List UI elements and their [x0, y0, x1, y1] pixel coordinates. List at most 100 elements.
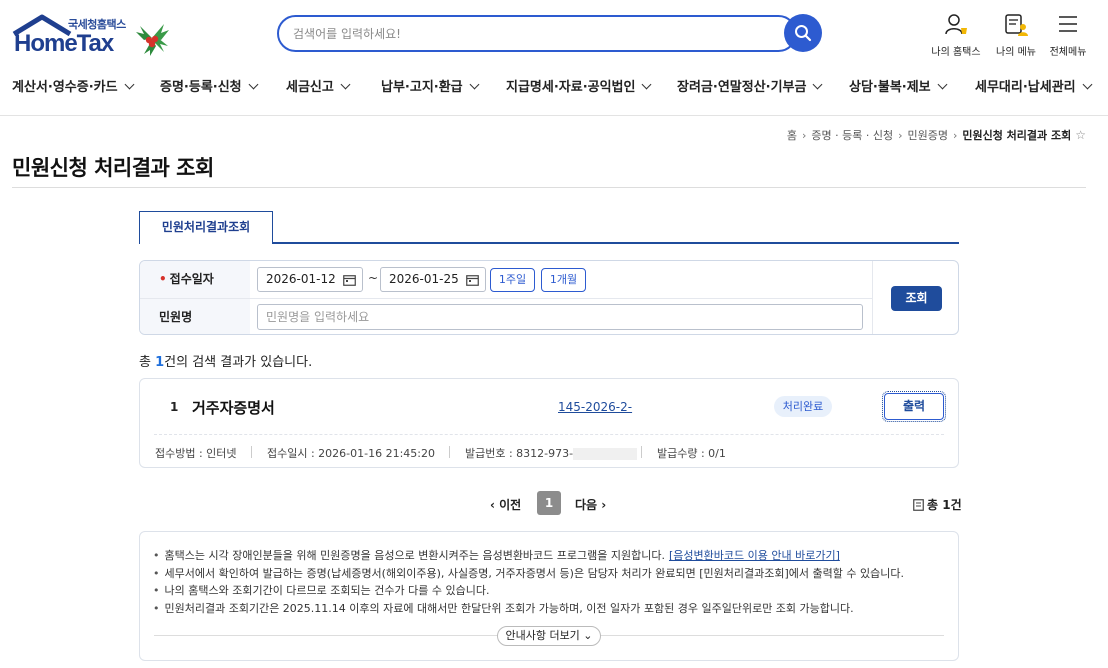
breadcrumb-separator: ›: [801, 129, 807, 142]
masked-value: [632, 402, 714, 414]
chevron-right-icon: ›: [597, 498, 607, 512]
search-icon: [795, 25, 812, 42]
breadcrumb-separator: ›: [898, 129, 903, 142]
search-form: • 접수일자 민원명 2026-01-12 ~ 2026-01-25 1주일 1개…: [139, 260, 959, 335]
all-menu-button[interactable]: 전체메뉴: [1038, 12, 1098, 58]
total-suffix: 건: [950, 498, 962, 512]
notice-item: 나의 홈택스와 조회기간이 다르므로 조회되는 건수가 다를 수 있습니다.: [153, 582, 904, 600]
logo-title: HomeTax: [14, 30, 114, 57]
calendar-icon[interactable]: [343, 274, 356, 286]
tab-civil-result[interactable]: 민원처리결과조회: [139, 211, 273, 244]
voice-barcode-link[interactable]: [음성변환바코드 이용 안내 바로가기]: [669, 549, 840, 562]
nav-payment-statement[interactable]: 지급명세·자료·공익법인: [506, 76, 652, 95]
notice-list: 홈택스는 시각 장애인분들을 위해 민원증명을 음성으로 변환시켜주는 음성변환…: [153, 547, 905, 618]
result-count-value: 1: [155, 355, 165, 370]
notice-item: 세무서에서 확인하여 발급하는 증명(납세증명서(해외이주용), 사실증명, 거…: [153, 565, 905, 583]
nav-incentive-yearend[interactable]: 장려금·연말정산·기부금: [677, 76, 823, 95]
holly-icon: [136, 24, 169, 56]
result-suffix: 건의 검색 결과가 있습니다.: [164, 355, 313, 370]
chevron-down-icon: [642, 79, 652, 90]
document-icon: [913, 499, 924, 511]
my-menu-label: 나의 메뉴: [996, 47, 1036, 58]
nav-label: 상담·불복·제보: [849, 80, 931, 95]
prev-label: 이전: [499, 498, 522, 512]
nav-label: 납부·고지·환급: [381, 80, 463, 95]
notice-text: 민원처리결과 조회기간은 2025.11.14 이후의 자료에 대해서만 한달단…: [164, 601, 854, 615]
search-input[interactable]: [279, 17, 749, 50]
breadcrumb: 홈 › 증명 · 등록 · 신청 › 민원증명 › 민원신청 처리결과 조회 ☆: [787, 127, 1086, 143]
header-divider: [0, 115, 1108, 116]
nav-label: 세금신고: [286, 80, 334, 95]
notice-box: 홈택스는 시각 장애인분들을 위해 민원증명을 음성으로 변환시켜주는 음성변환…: [139, 531, 959, 661]
nav-label: 세무대리·납세관리: [975, 80, 1076, 95]
date-from-value: 2026-01-12: [266, 272, 336, 286]
issue-number-value: 발급번호 : 8312-973-: [465, 447, 574, 460]
hamburger-menu-icon: [1059, 16, 1077, 32]
result-prefix: 총: [139, 355, 156, 370]
next-label: 다음: [575, 498, 598, 512]
notice-item: 민원처리결과 조회기간은 2025.11.14 이후의 자료에 대해서만 한달단…: [153, 600, 904, 618]
date-range-separator: ~: [368, 271, 379, 285]
date-to-value: 2026-01-25: [389, 272, 459, 286]
breadcrumb-home[interactable]: 홈: [787, 129, 797, 142]
prev-page-button[interactable]: ‹ 이전: [490, 496, 521, 513]
date-label-text: 접수일자: [169, 272, 214, 286]
required-mark: •: [159, 272, 167, 286]
masked-value: [573, 448, 638, 460]
status-badge: 처리완료: [774, 396, 832, 417]
nav-consult-appeal[interactable]: 상담·불복·제보: [849, 76, 948, 95]
issue-number: 발급번호 : 8312-973-: [465, 445, 638, 461]
nav-tax-filing[interactable]: 세금신고: [286, 76, 351, 95]
my-menu-button[interactable]: 나의 메뉴: [986, 12, 1046, 58]
date-label: • 접수일자: [140, 261, 250, 298]
notice-text: 세무서에서 확인하여 발급하는 증명(납세증명서(해외이주용), 사실증명, 거…: [164, 566, 905, 580]
my-hometax-label: 나의 홈택스: [931, 47, 981, 58]
nav-label: 계산서·영수증·카드: [12, 80, 118, 95]
name-label: 민원명: [140, 299, 250, 334]
total-prefix: 총: [927, 498, 943, 512]
notice-text: 나의 홈택스와 조회기간이 다르므로 조회되는 건수가 다를 수 있습니다.: [164, 584, 490, 597]
period-1week-button[interactable]: 1주일: [490, 268, 535, 292]
period-1month-button[interactable]: 1개월: [541, 268, 586, 292]
nav-tax-agent[interactable]: 세무대리·납세관리: [975, 76, 1093, 95]
all-menu-label: 전체메뉴: [1049, 47, 1087, 58]
search-button[interactable]: [784, 14, 822, 52]
date-to-field[interactable]: 2026-01-25: [380, 267, 486, 292]
more-notice-label: 안내사항 더보기: [505, 629, 580, 642]
chevron-down-icon: [1082, 79, 1093, 90]
receive-datetime: 접수일시 : 2026-01-16 21:45:20: [267, 447, 436, 460]
chevron-down-icon: [248, 79, 259, 90]
date-from-field[interactable]: 2026-01-12: [257, 267, 363, 292]
print-button[interactable]: 출력: [882, 391, 946, 422]
civil-name-input[interactable]: [257, 304, 863, 330]
search-box: [277, 15, 797, 52]
total-count-value: 1: [942, 498, 951, 512]
star-icon[interactable]: ☆: [1075, 128, 1086, 142]
breadcrumb-current: 민원신청 처리결과 조회: [962, 129, 1072, 142]
my-menu-icon: [1005, 14, 1028, 36]
hometax-logo[interactable]: 국세청홈택스 HomeTax: [12, 14, 172, 60]
chevron-down-icon: [937, 79, 948, 90]
chevron-down-icon: [469, 79, 480, 90]
nav-payment-refund[interactable]: 납부·고지·환급: [381, 76, 480, 95]
page-1-button[interactable]: 1: [537, 491, 561, 515]
query-button[interactable]: 조회: [891, 286, 942, 311]
my-hometax-button[interactable]: 나의 홈택스: [926, 12, 986, 58]
more-notice-button[interactable]: 안내사항 더보기 ⌄: [497, 626, 601, 646]
result-index: 1: [170, 400, 179, 414]
chevron-down-icon: ⌄: [579, 629, 593, 642]
breadcrumb-civil[interactable]: 민원증명: [907, 129, 947, 142]
total-count: 총 1건: [913, 496, 962, 513]
chevron-down-icon: [340, 79, 351, 90]
application-number-link[interactable]: 145-2026-2-: [558, 400, 714, 414]
breadcrumb-certificate[interactable]: 증명 · 등록 · 신청: [811, 129, 893, 142]
nav-invoice-receipt-card[interactable]: 계산서·영수증·카드: [12, 76, 135, 95]
notice-item: 홈택스는 시각 장애인분들을 위해 민원증명을 음성으로 변환시켜주는 음성변환…: [153, 547, 904, 565]
calendar-icon[interactable]: [466, 274, 479, 286]
nav-label: 장려금·연말정산·기부금: [677, 80, 807, 95]
chevron-left-icon: ‹: [490, 498, 500, 512]
nav-certificate-registration[interactable]: 증명·등록·신청: [160, 76, 259, 95]
result-count: 총 1건의 검색 결과가 있습니다.: [139, 351, 312, 370]
next-page-button[interactable]: 다음 ›: [575, 496, 606, 513]
my-hometax-icon: [945, 14, 967, 35]
